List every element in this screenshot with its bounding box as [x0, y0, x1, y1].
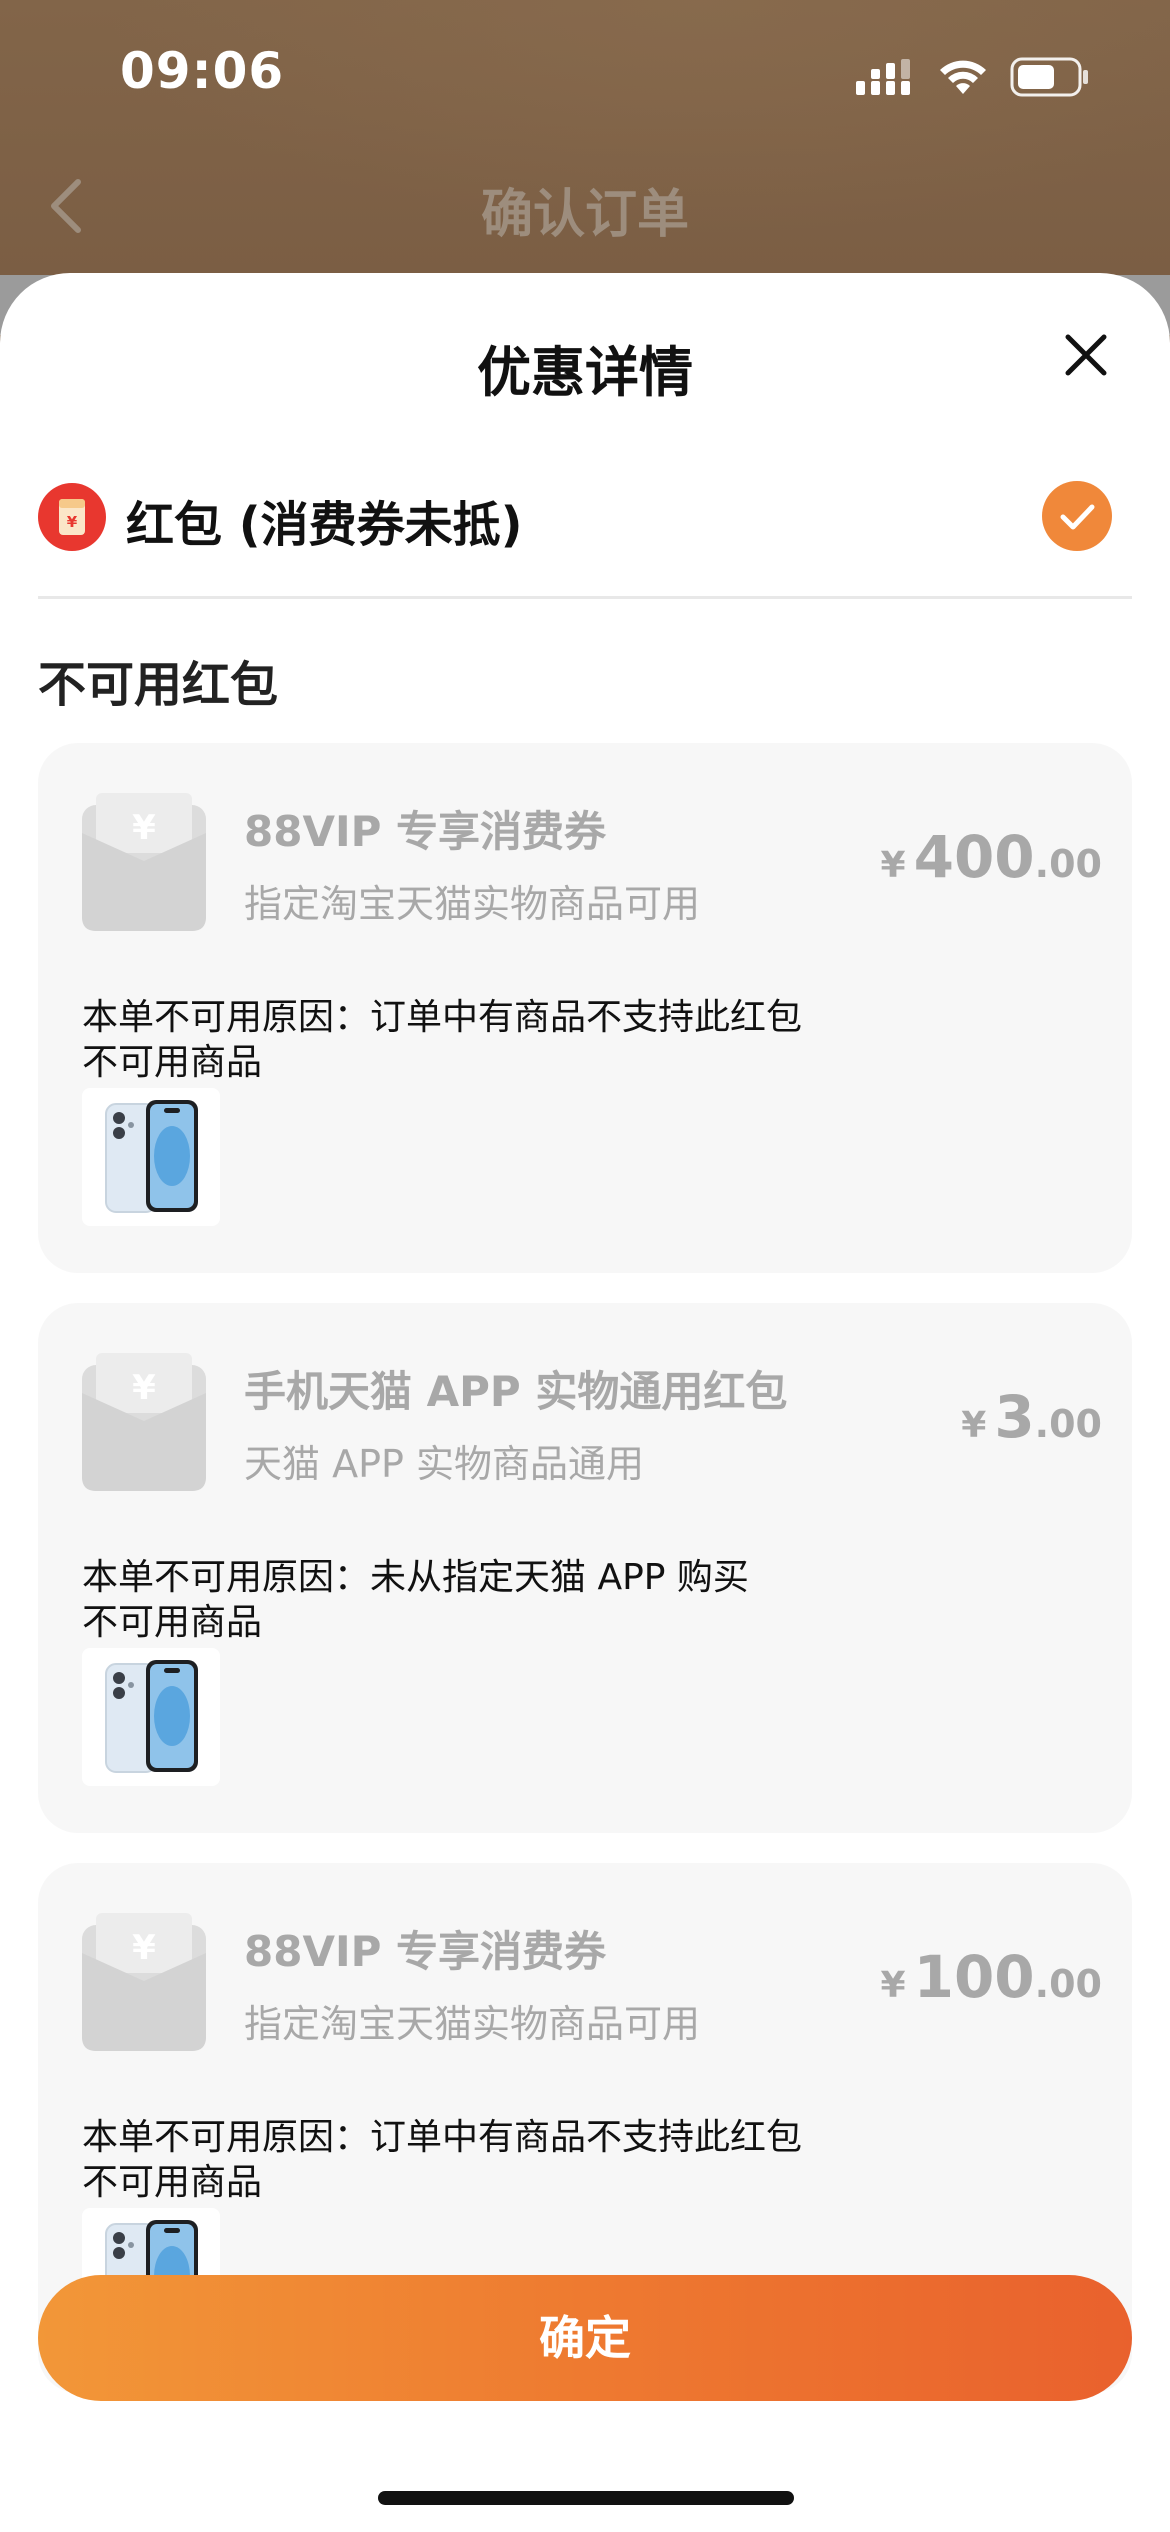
sheet-title: 优惠详情 [477, 341, 693, 404]
unavailable-goods-label: 不可用商品 [82, 1602, 263, 1643]
redpack-name: 88VIP 专享消费券 [244, 1927, 606, 1976]
amount-integer: 100 [913, 1943, 1035, 2011]
product-thumbnail[interactable] [82, 1648, 220, 1786]
redpack-amount: ¥ 400 .00 [881, 823, 1102, 891]
iphone-icon [105, 1100, 198, 1213]
checked-icon[interactable] [1042, 481, 1112, 551]
background-page-title: 确认订单 [480, 185, 689, 245]
unavailable-redpack-list[interactable]: ¥ 88VIP 专享消费券 指定淘宝天猫实物商品可用 ¥ 400 .00 本单不… [38, 743, 1132, 2520]
redpack-name: 手机天猫 APP 实物通用红包 [244, 1367, 788, 1416]
redpack-option-row[interactable]: ¥ 红包 (消费券未抵) [38, 473, 1132, 573]
redpack-description: 指定淘宝天猫实物商品可用 [244, 2002, 701, 2046]
status-bar: 09:06 [0, 0, 1170, 150]
svg-text:¥: ¥ [132, 1368, 156, 1408]
iphone-icon [105, 1660, 198, 1773]
wifi-icon [940, 60, 986, 94]
red-packet-icon: ¥ [38, 483, 106, 551]
amount-decimal: .00 [1034, 1402, 1102, 1446]
section-title-unavailable: 不可用红包 [38, 657, 279, 713]
redpack-name: 88VIP 专享消费券 [244, 807, 606, 856]
battery-icon [1010, 57, 1088, 97]
divider [38, 596, 1132, 599]
status-time: 09:06 [120, 42, 285, 100]
status-icons [856, 55, 1090, 99]
amount-integer: 3 [994, 1383, 1035, 1451]
currency-symbol: ¥ [880, 845, 906, 886]
amount-decimal: .00 [1034, 842, 1102, 886]
screen: 09:06 确认订单 优惠详情 ¥ 红包 (消费券未抵) 不可用红包 ¥ 88V… [0, 0, 1170, 2532]
home-indicator[interactable] [378, 2491, 794, 2505]
coupon-envelope-icon: ¥ [82, 1913, 206, 2051]
redpack-description: 指定淘宝天猫实物商品可用 [244, 882, 701, 926]
confirm-button[interactable]: 确定 [38, 2275, 1132, 2401]
amount-decimal: .00 [1034, 1962, 1102, 2006]
coupon-envelope-icon: ¥ [82, 793, 206, 931]
redpack-description: 天猫 APP 实物商品通用 [244, 1442, 644, 1486]
currency-symbol: ¥ [880, 1965, 906, 2006]
redpack-card: ¥ 88VIP 专享消费券 指定淘宝天猫实物商品可用 ¥ 400 .00 本单不… [38, 743, 1132, 1273]
svg-text:¥: ¥ [132, 808, 156, 848]
redpack-amount: ¥ 3 .00 [961, 1383, 1102, 1451]
discount-detail-sheet: 优惠详情 ¥ 红包 (消费券未抵) 不可用红包 ¥ 88VIP 专享消费券 指定… [0, 273, 1170, 2532]
svg-text:¥: ¥ [67, 513, 78, 531]
cellular-signal-icon [856, 59, 910, 95]
amount-integer: 400 [913, 823, 1035, 891]
currency-symbol: ¥ [961, 1405, 987, 1446]
redpack-card: ¥ 手机天猫 APP 实物通用红包 天猫 APP 实物商品通用 ¥ 3 .00 … [38, 1303, 1132, 1833]
product-thumbnail[interactable] [82, 1088, 220, 1226]
coupon-envelope-icon: ¥ [82, 1353, 206, 1491]
unavailable-goods-label: 不可用商品 [82, 1042, 263, 1083]
close-icon[interactable] [1062, 331, 1110, 379]
unavailable-goods-label: 不可用商品 [82, 2162, 263, 2203]
svg-text:¥: ¥ [132, 1928, 156, 1968]
redpack-amount: ¥ 100 .00 [881, 1943, 1102, 2011]
redpack-label: 红包 (消费券未抵) [126, 497, 523, 553]
